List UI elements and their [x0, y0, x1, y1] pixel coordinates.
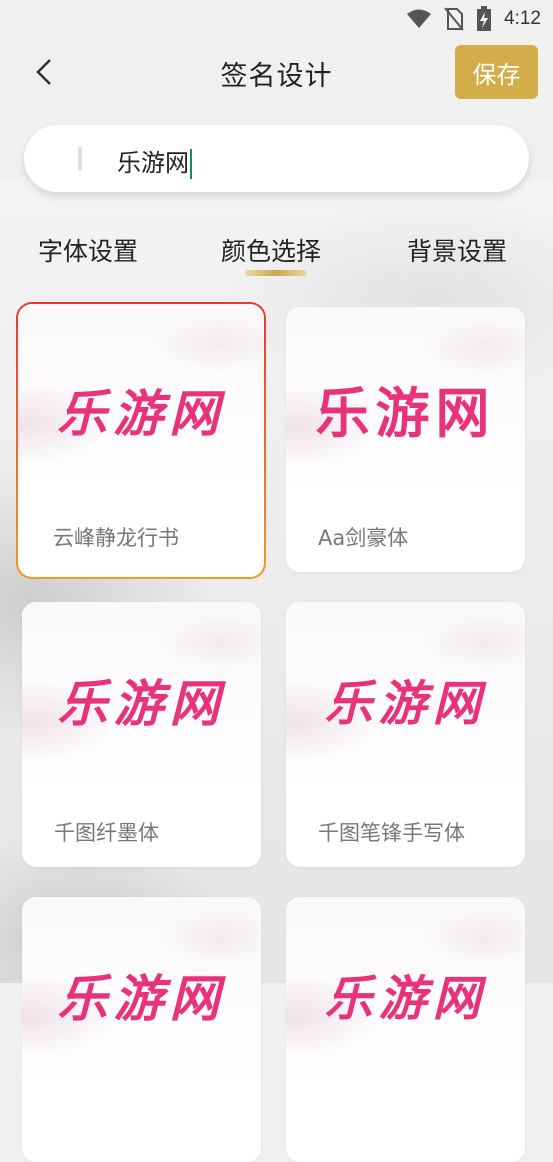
header: 签名设计 保存	[0, 42, 553, 102]
font-name-label: Aa剑豪体	[318, 526, 409, 550]
signature-preview: 乐游网	[57, 384, 225, 443]
text-caret	[190, 149, 192, 179]
signature-preview: 乐游网	[57, 969, 226, 1028]
font-name-label: 云峰静龙行书	[53, 526, 179, 550]
signature-preview: 乐游网	[315, 381, 496, 445]
font-name-label: 千图纤墨体	[54, 821, 159, 845]
font-card[interactable]: 乐游网	[286, 897, 525, 1162]
signature-preview: 乐游网	[324, 676, 487, 732]
signature-preview: 乐游网	[324, 971, 487, 1027]
tab-background-settings[interactable]: 背景设置	[407, 232, 507, 268]
active-tab-indicator	[245, 270, 307, 276]
tab-font-settings[interactable]: 字体设置	[38, 232, 138, 268]
font-name-label: 千图笔锋手写体	[318, 821, 465, 845]
input-lead-bar	[78, 147, 82, 171]
battery-charging-icon	[477, 6, 492, 31]
signature-preview: 乐游网	[57, 674, 226, 733]
font-card[interactable]: 乐游网 千图纤墨体	[22, 602, 261, 867]
wifi-icon	[407, 9, 432, 28]
font-card-selected[interactable]: 乐游网 云峰静龙行书	[16, 302, 266, 579]
status-bar: 4:12	[0, 0, 553, 38]
no-sim-icon	[444, 7, 464, 31]
font-card[interactable]: 乐游网	[22, 897, 261, 1162]
save-button[interactable]: 保存	[455, 45, 538, 99]
name-input[interactable]: 乐游网	[24, 125, 529, 192]
font-card[interactable]: 乐游网 千图笔锋手写体	[286, 602, 525, 867]
name-input-value: 乐游网	[117, 149, 189, 177]
font-card[interactable]: 乐游网 Aa剑豪体	[286, 307, 525, 572]
status-time: 4:12	[504, 8, 541, 29]
tab-color-select[interactable]: 颜色选择	[221, 232, 321, 268]
